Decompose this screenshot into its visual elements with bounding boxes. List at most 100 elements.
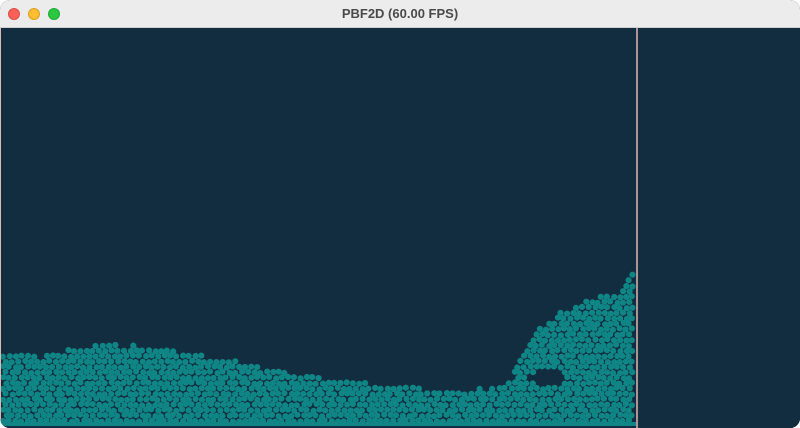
fluid-particle <box>140 369 147 376</box>
fluid-particle <box>616 390 623 397</box>
fluid-particle <box>151 369 158 377</box>
fluid-particle <box>12 396 20 403</box>
fluid-particle <box>616 402 623 409</box>
fluid-particle <box>201 402 208 409</box>
fluid-particle <box>19 396 26 403</box>
fluid-particle <box>623 305 630 312</box>
particle-view[interactable] <box>0 28 638 428</box>
fluid-particle <box>6 396 13 404</box>
fluid-particle <box>96 369 103 376</box>
fluid-particle <box>238 412 245 419</box>
fluid-particle <box>170 348 177 355</box>
fluid-particle <box>200 369 208 376</box>
fluid-particle <box>5 374 12 381</box>
fluid-particle <box>244 390 251 398</box>
fluid-particle <box>217 407 224 414</box>
fluid-particle <box>323 395 330 402</box>
fluid-particle <box>399 412 406 419</box>
fluid-particle <box>412 402 419 409</box>
fluid-particle <box>449 402 456 409</box>
fluid-particle <box>248 363 255 370</box>
fluid-particle <box>195 358 202 365</box>
fluid-particle <box>138 347 145 354</box>
fluid-particle <box>102 402 109 409</box>
fluid-particle <box>319 413 326 420</box>
fluid-particle <box>250 391 257 398</box>
fluid-particle <box>629 271 636 278</box>
fluid-particle <box>449 390 456 397</box>
fluid-particle <box>43 385 50 392</box>
fluid-particle <box>86 407 93 414</box>
fluid-particle <box>148 364 155 371</box>
fluid-particle <box>43 352 51 359</box>
fluid-particle <box>337 379 344 387</box>
fluid-particle <box>52 358 60 365</box>
fluid-particle <box>561 380 568 387</box>
fluid-particle <box>396 385 403 392</box>
fluid-particle <box>213 359 220 366</box>
fluid-particle <box>198 375 205 382</box>
fluid-particle <box>425 412 432 419</box>
fluid-particle <box>89 359 96 366</box>
fluid-particle <box>219 412 226 419</box>
fluid-particle <box>176 359 183 366</box>
fluid-particle <box>182 413 190 420</box>
fluid-particle <box>20 379 28 387</box>
fluid-particle <box>583 353 590 360</box>
fluid-particle <box>418 402 425 409</box>
fluid-particle <box>99 342 106 349</box>
fluid-particle <box>14 380 22 387</box>
fluid-particle <box>436 390 443 397</box>
fluid-particle <box>312 380 319 387</box>
fluid-particle <box>601 385 608 392</box>
fluid-particle <box>576 342 583 349</box>
fluid-particle <box>185 352 192 359</box>
fluid-particle <box>619 364 627 371</box>
fluid-particle <box>67 396 74 404</box>
fluid-particle <box>544 332 552 339</box>
fluid-particle <box>427 396 434 403</box>
fluid-particle <box>607 375 614 382</box>
fluid-particle <box>247 407 255 414</box>
fluid-particle <box>106 342 113 349</box>
fluid-particle <box>129 407 136 414</box>
fluid-particle <box>241 385 248 392</box>
fluid-particle <box>291 407 298 414</box>
fluid-particle <box>347 407 354 414</box>
fluid-particle <box>229 407 237 414</box>
fluid-particle <box>403 395 410 402</box>
fluid-particle <box>21 412 28 419</box>
title-bar[interactable]: PBF2D (60.00 FPS) <box>0 0 800 28</box>
fluid-particle <box>123 407 130 414</box>
fluid-particle <box>517 357 524 364</box>
fluid-particle <box>479 412 486 419</box>
fluid-particle <box>269 390 276 397</box>
fluid-particle <box>589 309 596 316</box>
fluid-particle <box>591 369 598 377</box>
fluid-particle <box>9 391 16 398</box>
simulation-canvas[interactable] <box>0 28 638 428</box>
fluid-particle <box>571 395 578 403</box>
fluid-particle <box>498 401 506 408</box>
fluid-particle <box>309 386 316 393</box>
fluid-particle <box>452 396 459 403</box>
fluid-particle <box>482 395 489 403</box>
fluid-particle <box>183 391 190 398</box>
fluid-particle <box>142 385 149 392</box>
fluid-particle <box>551 384 558 391</box>
fluid-particle <box>92 385 99 392</box>
fluid-particle <box>67 386 74 393</box>
fluid-particle <box>46 369 53 376</box>
fluid-particle <box>96 401 103 408</box>
fluid-particle <box>440 395 447 402</box>
fluid-particle <box>121 402 128 409</box>
fluid-particle <box>34 391 41 398</box>
fluid-particle <box>603 293 610 300</box>
fluid-particle <box>137 396 144 403</box>
fluid-particle <box>582 407 589 414</box>
fluid-particle <box>3 380 10 387</box>
fluid-particle <box>56 407 63 414</box>
fluid-particle <box>594 320 601 327</box>
fluid-particle <box>105 353 112 360</box>
fluid-particle <box>105 364 112 371</box>
